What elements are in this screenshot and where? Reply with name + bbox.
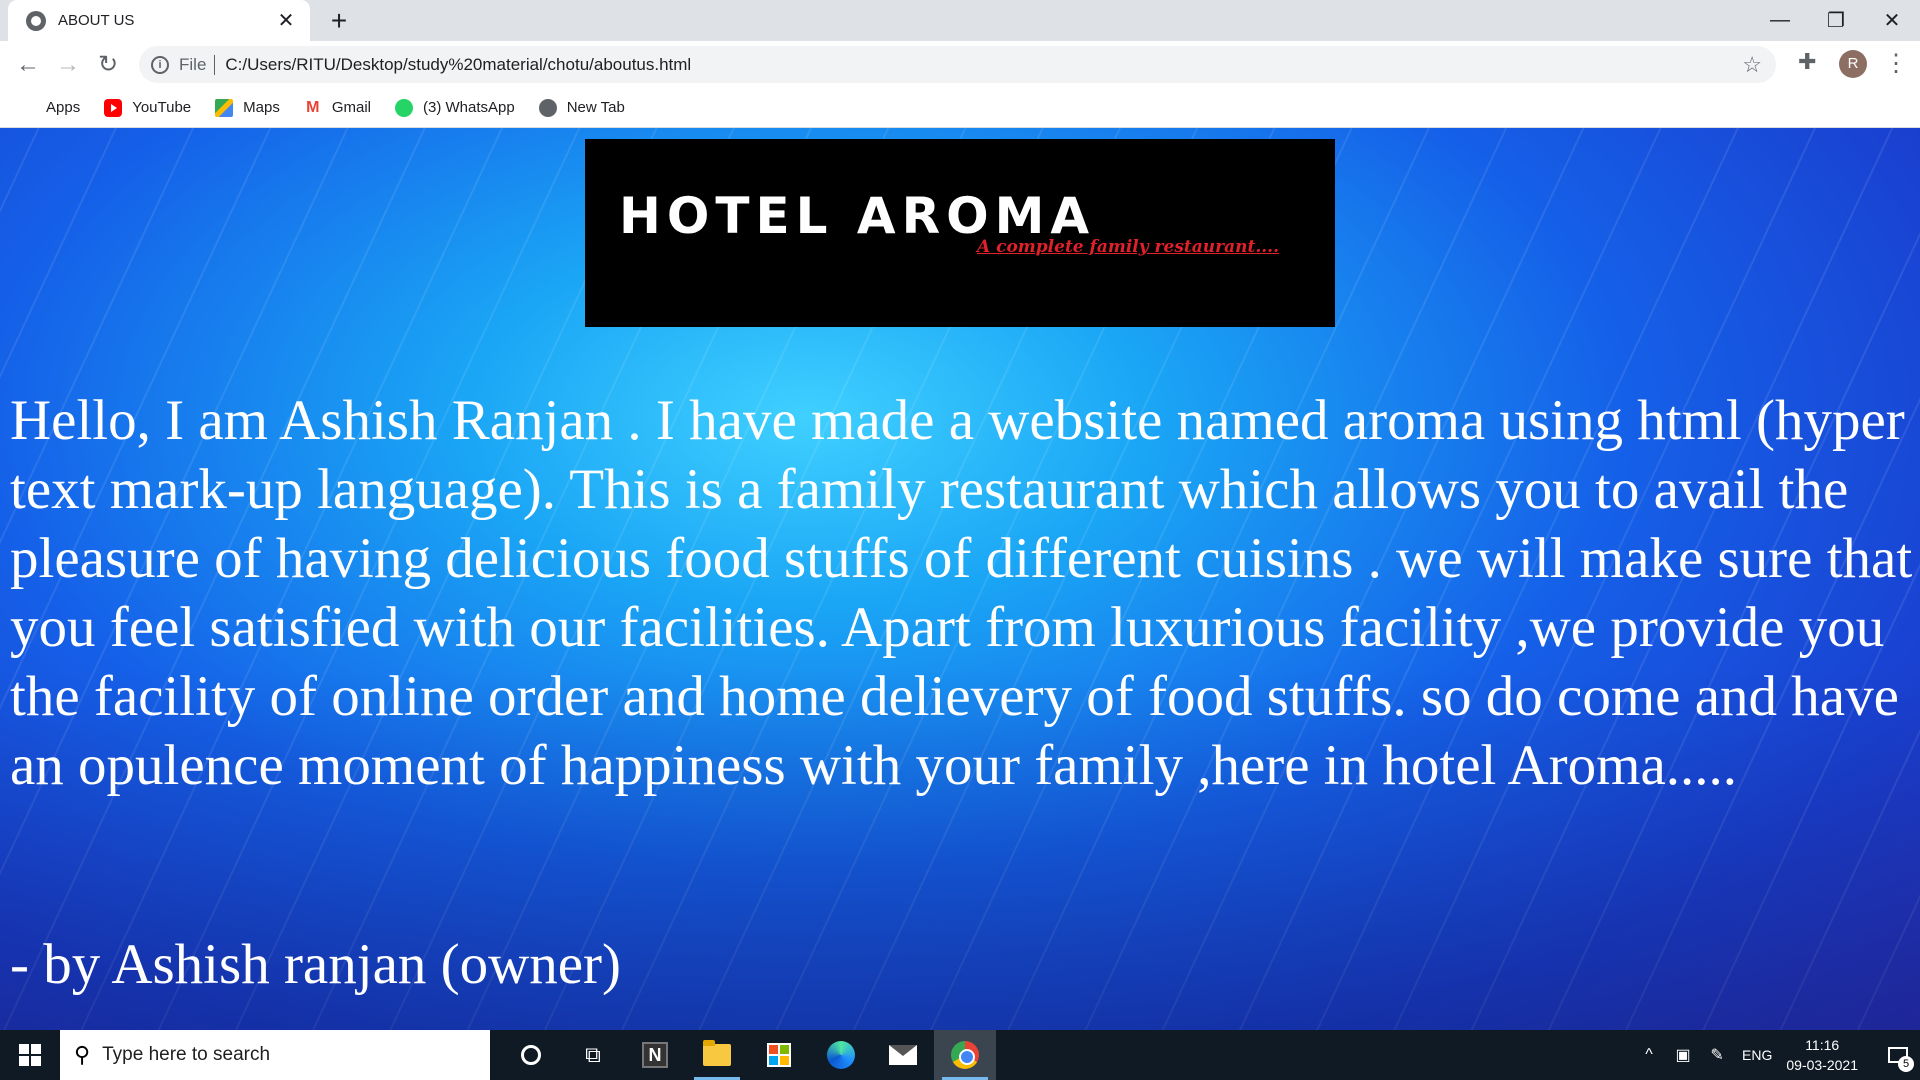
bookmark-label: Gmail: [331, 99, 372, 116]
bookmark-star-icon[interactable]: ☆: [1742, 52, 1762, 78]
youtube-icon: [104, 98, 123, 117]
cortana-icon: [521, 1045, 541, 1065]
bookmark-youtube[interactable]: YouTube: [104, 98, 192, 117]
bookmark-gmail[interactable]: M Gmail: [304, 99, 371, 117]
globe-icon: [538, 98, 557, 117]
cortana-button[interactable]: [500, 1030, 562, 1080]
windows-logo-icon: [19, 1044, 41, 1066]
tab-about-us[interactable]: ABOUT US ✕: [8, 0, 310, 41]
bookmark-label: YouTube: [132, 99, 192, 116]
bookmark-whatsapp[interactable]: (3) WhatsApp: [395, 98, 515, 117]
n-app-button[interactable]: N: [624, 1030, 686, 1080]
folder-icon: [703, 1040, 731, 1066]
bookmark-label: (3) WhatsApp: [423, 99, 515, 116]
info-icon[interactable]: i: [151, 55, 169, 74]
about-paragraph: Hello, I am Ashish Ranjan . I have made …: [10, 389, 1913, 797]
address-bar[interactable]: i File C:/Users/RITU/Desktop/study%20mat…: [139, 46, 1776, 83]
back-button[interactable]: ←: [8, 45, 48, 85]
hotel-logo-banner: HOTEL AROMA A complete family restaurant…: [585, 139, 1335, 327]
close-window-button[interactable]: ✕: [1864, 0, 1920, 41]
new-tab-button[interactable]: +: [322, 4, 356, 38]
extensions-icon[interactable]: ✚: [1798, 49, 1816, 75]
url-separator: [214, 54, 216, 75]
bookmark-apps[interactable]: Apps: [18, 99, 80, 117]
clock[interactable]: 11:16 09-03-2021: [1786, 1035, 1858, 1075]
tab-title: ABOUT US: [58, 12, 135, 29]
taskbar-apps: ⧉ N: [500, 1030, 996, 1080]
store-button[interactable]: [748, 1030, 810, 1080]
mail-icon: [889, 1045, 917, 1065]
edge-button[interactable]: [810, 1030, 872, 1080]
bookmark-label: New Tab: [566, 99, 625, 116]
windows-taskbar: ⚲ Type here to search ⧉ N ^ ▣ ✎ ENG 11:1…: [0, 1030, 1920, 1080]
n-app-icon: N: [642, 1042, 668, 1068]
owner-signature: - by Ashish ranjan (owner): [10, 933, 622, 996]
minimize-button[interactable]: —: [1752, 0, 1808, 41]
edge-icon: [827, 1041, 855, 1069]
bookmarks-bar: Apps YouTube Maps M Gmail (3) WhatsApp N…: [0, 88, 1920, 128]
logo-tagline: A complete family restaurant....: [977, 237, 1279, 257]
mail-button[interactable]: [872, 1030, 934, 1080]
bookmark-label: Maps: [243, 99, 280, 116]
pen-icon[interactable]: ✎: [1700, 1045, 1734, 1065]
bookmark-label: Apps: [46, 99, 81, 116]
globe-icon: [26, 10, 46, 31]
tab-strip: ABOUT US ✕ + — ❐ ✕: [0, 0, 1920, 41]
browser-menu-icon[interactable]: ⋮: [1884, 47, 1908, 81]
store-icon: [767, 1043, 791, 1067]
system-tray: ^ ▣ ✎ ENG 11:16 09-03-2021 5: [1632, 1030, 1920, 1080]
search-placeholder: Type here to search: [102, 1044, 271, 1065]
taskbar-search-input[interactable]: ⚲ Type here to search: [60, 1030, 490, 1080]
reload-button[interactable]: ↻: [88, 45, 128, 85]
start-button[interactable]: [0, 1030, 60, 1080]
clock-date: 09-03-2021: [1786, 1057, 1858, 1073]
search-icon: ⚲: [74, 1042, 91, 1067]
task-view-button[interactable]: ⧉: [562, 1030, 624, 1080]
bookmark-maps[interactable]: Maps: [215, 98, 280, 117]
gmail-icon: M: [306, 98, 320, 116]
notification-count: 5: [1898, 1056, 1914, 1072]
file-explorer-button[interactable]: [686, 1030, 748, 1080]
page-content: HOTEL AROMA A complete family restaurant…: [0, 128, 1920, 1030]
window-controls: — ❐ ✕: [1752, 0, 1920, 41]
forward-button[interactable]: →: [48, 45, 88, 85]
bookmark-new-tab[interactable]: New Tab: [538, 98, 625, 117]
chevron-up-icon[interactable]: ^: [1632, 1046, 1666, 1064]
maps-icon: [215, 98, 234, 117]
whatsapp-icon: [395, 98, 414, 117]
profile-avatar[interactable]: R: [1839, 50, 1867, 78]
restore-button[interactable]: ❐: [1808, 0, 1864, 41]
close-tab-icon[interactable]: ✕: [274, 8, 298, 33]
chrome-button[interactable]: [934, 1030, 996, 1080]
meet-now-icon[interactable]: ▣: [1666, 1045, 1700, 1065]
clock-time: 11:16: [1805, 1037, 1840, 1053]
apps-grid-icon: [18, 99, 36, 117]
language-indicator[interactable]: ENG: [1742, 1047, 1772, 1063]
chrome-icon: [951, 1041, 979, 1069]
url-scheme: File: [179, 54, 207, 74]
task-view-icon: ⧉: [585, 1042, 601, 1067]
browser-toolbar: ← → ↻ i File C:/Users/RITU/Desktop/study…: [0, 41, 1920, 88]
notification-center-button[interactable]: 5: [1876, 1030, 1920, 1080]
url-text[interactable]: C:/Users/RITU/Desktop/study%20material/c…: [225, 55, 691, 75]
